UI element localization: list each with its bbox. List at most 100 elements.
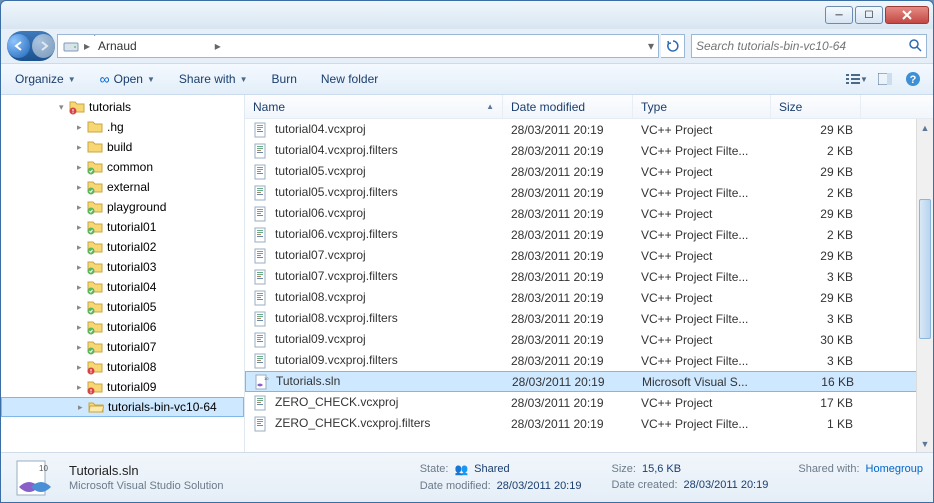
file-row[interactable]: tutorial05.vcxproj.filters28/03/2011 20:… — [245, 182, 933, 203]
expand-icon[interactable]: ▸ — [77, 282, 87, 293]
shared-with-value[interactable]: Homegroup — [866, 463, 923, 475]
file-row[interactable]: tutorial09.vcxproj.filters28/03/2011 20:… — [245, 350, 933, 371]
file-date: 28/03/2011 20:19 — [503, 291, 633, 305]
expand-icon[interactable]: ▸ — [77, 222, 87, 233]
folder-icon — [87, 179, 103, 195]
file-row[interactable]: tutorial04.vcxproj.filters28/03/2011 20:… — [245, 140, 933, 161]
search-icon[interactable] — [908, 38, 922, 55]
tree-item[interactable]: ▸tutorial08 — [1, 357, 244, 377]
column-type[interactable]: Type — [633, 95, 771, 118]
search-box[interactable] — [691, 34, 927, 58]
chevron-right-icon[interactable]: ▸ — [213, 39, 223, 53]
expand-icon[interactable]: ▸ — [77, 362, 87, 373]
column-size[interactable]: Size — [771, 95, 861, 118]
file-row[interactable]: tutorial07.vcxproj28/03/2011 20:19VC++ P… — [245, 245, 933, 266]
file-name: tutorial09.vcxproj.filters — [275, 353, 398, 367]
search-input[interactable] — [696, 39, 908, 53]
file-size: 29 KB — [771, 123, 861, 137]
column-headers[interactable]: Name ▲ Date modified Type Size — [245, 95, 933, 119]
expand-icon[interactable]: ▸ — [77, 202, 87, 213]
expand-icon[interactable]: ▸ — [77, 182, 87, 193]
file-row[interactable]: tutorial09.vcxproj28/03/2011 20:19VC++ P… — [245, 329, 933, 350]
file-row[interactable]: ZERO_CHECK.vcxproj.filters28/03/2011 20:… — [245, 413, 933, 434]
file-row[interactable]: tutorial05.vcxproj28/03/2011 20:19VC++ P… — [245, 161, 933, 182]
folder-tree[interactable]: ▾tutorials▸.hg▸build▸common▸external▸pla… — [1, 95, 245, 452]
tree-item[interactable]: ▸external — [1, 177, 244, 197]
file-row[interactable]: tutorial08.vcxproj28/03/2011 20:19VC++ P… — [245, 287, 933, 308]
file-row[interactable]: ZERO_CHECK.vcxproj28/03/2011 20:19VC++ P… — [245, 392, 933, 413]
file-row[interactable]: tutorial04.vcxproj28/03/2011 20:19VC++ P… — [245, 119, 933, 140]
tree-item[interactable]: ▸tutorial06 — [1, 317, 244, 337]
tree-item[interactable]: ▾tutorials — [1, 97, 244, 117]
column-name[interactable]: Name ▲ — [245, 95, 503, 118]
file-type: VC++ Project — [633, 333, 771, 347]
expand-icon[interactable]: ▸ — [77, 382, 87, 393]
close-button[interactable] — [885, 6, 929, 24]
nav-back-forward[interactable] — [7, 31, 55, 61]
tree-item[interactable]: ▸tutorial03 — [1, 257, 244, 277]
expand-icon[interactable]: ▸ — [77, 262, 87, 273]
tree-item-label: tutorial04 — [107, 280, 156, 294]
view-options-button[interactable]: ▼ — [845, 68, 869, 90]
tree-item[interactable]: ▸common — [1, 157, 244, 177]
organize-menu[interactable]: Organize ▼ — [9, 68, 82, 90]
expand-icon[interactable]: ▸ — [77, 122, 87, 133]
expand-icon[interactable]: ▸ — [77, 322, 87, 333]
file-size: 29 KB — [771, 207, 861, 221]
file-row[interactable]: tutorial08.vcxproj.filters28/03/2011 20:… — [245, 308, 933, 329]
tree-item[interactable]: ▸ build — [1, 137, 244, 157]
file-icon — [253, 290, 269, 306]
folder-icon — [87, 239, 103, 255]
file-date: 28/03/2011 20:19 — [503, 270, 633, 284]
chevron-down-icon: ▼ — [68, 75, 76, 84]
tree-item[interactable]: ▸tutorials-bin-vc10-64 — [1, 397, 244, 417]
column-date[interactable]: Date modified — [503, 95, 633, 118]
titlebar[interactable]: ─ ☐ — [1, 1, 933, 29]
tree-item-label: build — [107, 140, 132, 154]
scrollbar[interactable]: ▲ ▼ — [916, 119, 933, 452]
scroll-thumb[interactable] — [919, 199, 931, 339]
expand-icon[interactable]: ▸ — [77, 302, 87, 313]
file-row[interactable]: tutorial06.vcxproj28/03/2011 20:19VC++ P… — [245, 203, 933, 224]
expand-icon[interactable]: ▸ — [78, 402, 88, 413]
chevron-right-icon[interactable]: ▸ — [92, 53, 102, 58]
tree-item[interactable]: ▸tutorial02 — [1, 237, 244, 257]
expand-icon[interactable]: ▸ — [77, 242, 87, 253]
tree-item[interactable]: ▸tutorial01 — [1, 217, 244, 237]
expand-icon[interactable]: ▸ — [77, 342, 87, 353]
file-name: tutorial08.vcxproj — [275, 290, 366, 304]
file-row[interactable]: tutorial06.vcxproj.filters28/03/2011 20:… — [245, 224, 933, 245]
tree-item[interactable]: ▸.hg — [1, 117, 244, 137]
scroll-down-icon[interactable]: ▼ — [917, 435, 933, 452]
new-folder-button[interactable]: New folder — [315, 68, 384, 90]
tree-item[interactable]: ▸ tutorial04 — [1, 277, 244, 297]
file-row[interactable]: tutorial07.vcxproj.filters28/03/2011 20:… — [245, 266, 933, 287]
maximize-button[interactable]: ☐ — [855, 6, 883, 24]
file-name: tutorial05.vcxproj — [275, 164, 366, 178]
tree-item[interactable]: ▸playground — [1, 197, 244, 217]
refresh-button[interactable] — [661, 34, 685, 58]
scroll-up-icon[interactable]: ▲ — [917, 119, 933, 136]
breadcrumb[interactable]: ▸ Local Disk (C:)▸Users▸Arnaud▸Projects▸… — [57, 34, 659, 58]
chevron-right-icon[interactable]: ▸ — [82, 39, 92, 53]
expand-icon[interactable]: ▾ — [59, 102, 69, 113]
preview-pane-button[interactable] — [873, 68, 897, 90]
minimize-button[interactable]: ─ — [825, 6, 853, 24]
help-button[interactable]: ? — [901, 68, 925, 90]
expand-icon[interactable]: ▸ — [77, 162, 87, 173]
tree-item[interactable]: ▸tutorial07 — [1, 337, 244, 357]
dropdown-icon[interactable]: ▾ — [646, 39, 656, 53]
back-button[interactable] — [7, 34, 30, 58]
tree-item[interactable]: ▸tutorial09 — [1, 377, 244, 397]
file-date: 28/03/2011 20:19 — [503, 228, 633, 242]
file-name: ZERO_CHECK.vcxproj — [275, 395, 398, 409]
file-name: ZERO_CHECK.vcxproj.filters — [275, 416, 430, 430]
file-date: 28/03/2011 20:19 — [503, 312, 633, 326]
share-menu[interactable]: Share with ▼ — [173, 68, 254, 90]
breadcrumb-item[interactable]: Arnaud — [92, 39, 213, 53]
burn-button[interactable]: Burn — [266, 68, 303, 90]
expand-icon[interactable]: ▸ — [77, 142, 87, 153]
open-menu[interactable]: ∞Open ▼ — [94, 67, 161, 91]
tree-item[interactable]: ▸tutorial05 — [1, 297, 244, 317]
file-row[interactable]: 10Tutorials.sln28/03/2011 20:19Microsoft… — [245, 371, 933, 392]
